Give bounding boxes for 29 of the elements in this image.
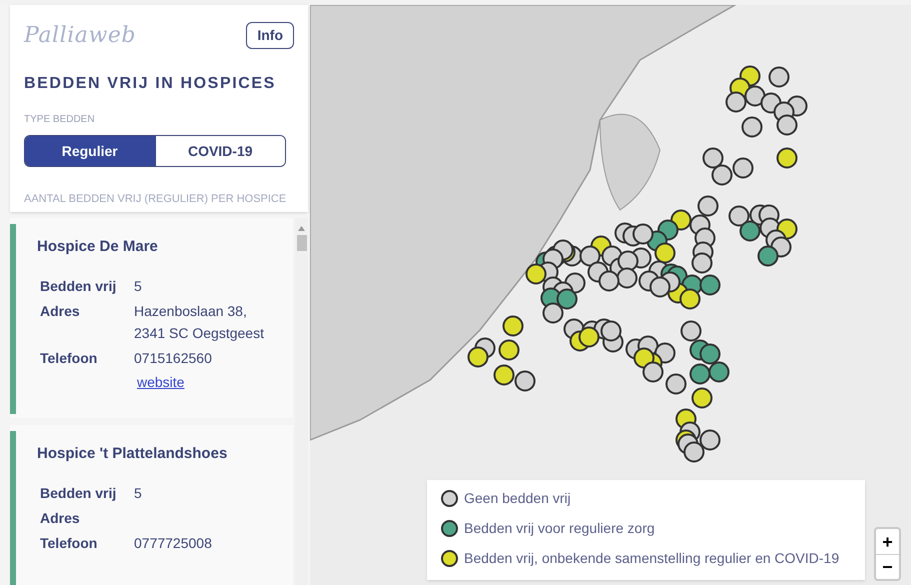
field-label: Bedden vrij bbox=[39, 484, 118, 503]
zoom-in-button[interactable]: + bbox=[876, 529, 899, 554]
scroll-up-icon[interactable] bbox=[298, 226, 305, 231]
info-button[interactable]: Info bbox=[246, 22, 294, 49]
field-label: Telefoon bbox=[39, 534, 98, 552]
zoom-out-button[interactable]: − bbox=[876, 554, 899, 579]
hospice-name: Hospice 't Plattelandshoes bbox=[37, 444, 228, 464]
field-value: Hazenboslaan 38, 2341 SC Oegstgeest bbox=[134, 302, 264, 343]
field-label: Adres bbox=[39, 302, 81, 320]
field-value: 0715162560 bbox=[134, 348, 212, 368]
page-title: BEDDEN VRIJ IN HOSPICES bbox=[24, 74, 277, 94]
tab[interactable]: Regulier bbox=[25, 136, 154, 166]
scrollbar[interactable] bbox=[295, 218, 308, 585]
logo: Palliaweb bbox=[24, 22, 136, 50]
legend-label: Bedden vrij, onbekende samenstelling regulier en COVID-19 bbox=[464, 549, 840, 568]
section-label: AANTAL BEDDEN VRIJ (REGULIER) PER HOSPICE bbox=[24, 192, 288, 207]
field-value: 0777725008 bbox=[134, 534, 212, 552]
section-label: TYPE BEDDEN bbox=[24, 113, 96, 127]
tab[interactable]: COVID-19 bbox=[154, 136, 285, 166]
legend-label: Bedden vrij voor reguliere zorg bbox=[464, 519, 655, 538]
field-label: Bedden vrij bbox=[39, 276, 118, 296]
website-link[interactable]: website bbox=[137, 372, 184, 392]
legend-label: Geen bedden vrij bbox=[464, 489, 571, 508]
field-label: Telefoon bbox=[39, 348, 98, 368]
hospice-name: Hospice De Mare bbox=[37, 237, 159, 257]
field-label: Adres bbox=[39, 508, 81, 528]
scrollbar-thumb[interactable] bbox=[296, 235, 306, 251]
field-value: 5 bbox=[134, 276, 142, 296]
field-value: 5 bbox=[134, 484, 142, 502]
